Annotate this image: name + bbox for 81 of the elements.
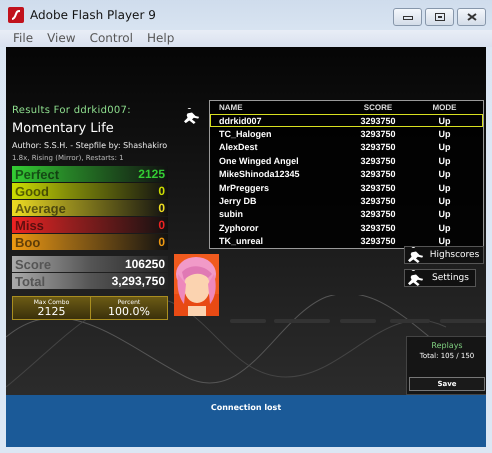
- menu-item[interactable]: Help: [140, 30, 182, 47]
- app-icon: [8, 7, 24, 23]
- mode-cell-text: Up: [438, 209, 452, 220]
- score-cell-text: 3293750: [359, 196, 397, 206]
- replays-title: Replays: [431, 341, 463, 350]
- player-name: subin: [218, 209, 244, 220]
- minimize-button[interactable]: [393, 8, 422, 26]
- close-button[interactable]: [457, 8, 486, 26]
- judgement-count: 0: [158, 184, 165, 198]
- score-cell-text: 3293750: [359, 169, 397, 180]
- menu-button[interactable]: Highscores: [404, 246, 484, 264]
- player-name: ddrkid007: [218, 116, 263, 126]
- judgement-count: 0: [158, 235, 165, 249]
- judgement-count: 2125: [138, 167, 165, 181]
- figure-icon: [407, 247, 425, 263]
- total-label: Total: [15, 274, 46, 288]
- score-cell-text: 3293750: [359, 156, 397, 166]
- window-title: Adobe Flash Player 9: [30, 8, 157, 22]
- score-row[interactable]: One Winged Angel 3293750 Up: [210, 154, 483, 168]
- judgement-label: Miss: [15, 218, 44, 232]
- player-name: AlexDest: [218, 142, 259, 152]
- mode-cell-text: Up: [438, 169, 452, 180]
- player-name: TC_Halogen: [218, 129, 273, 140]
- mode-cell-text: Up: [438, 142, 452, 152]
- player-name: One Winged Angel: [218, 156, 300, 166]
- column-header: MODE: [432, 102, 458, 112]
- player-name: Jerry DB: [218, 196, 258, 206]
- total-value: 3,293,750: [112, 274, 165, 288]
- player-name: MrPreggers: [218, 182, 270, 193]
- score-row[interactable]: ddrkid007 3293750 Up: [210, 114, 483, 128]
- score-cell-text: 3293750: [359, 116, 397, 126]
- score-row[interactable]: MrPreggers 3293750 Up: [210, 180, 483, 194]
- menu-item[interactable]: Control: [82, 30, 140, 47]
- stat-value: 2125: [38, 306, 66, 317]
- score-row[interactable]: subin 3293750 Up: [210, 208, 483, 222]
- column-header: SCORE: [362, 102, 394, 112]
- judgement-label: Boo: [15, 234, 40, 250]
- status-message: Connection lost: [210, 403, 282, 414]
- mode-cell-text: Up: [438, 116, 452, 126]
- score-cell-text: 3293750: [359, 222, 397, 233]
- judgement-label: Average: [15, 200, 66, 216]
- score-row[interactable]: TC_Halogen 3293750 Up: [210, 127, 483, 141]
- figure-icon: [407, 270, 425, 286]
- score-row[interactable]: AlexDest 3293750 Up: [210, 140, 483, 154]
- column-header: NAME: [218, 102, 244, 112]
- score-cell-text: 3293750: [359, 182, 397, 193]
- mode-cell-text: Up: [438, 196, 452, 206]
- score-row[interactable]: Jerry DB 3293750 Up: [210, 194, 483, 208]
- score-row[interactable]: Zyphoror 3293750 Up: [210, 221, 483, 235]
- figure-icon: [183, 108, 201, 124]
- score-cell-text: 3293750: [359, 209, 397, 220]
- player-name: Zyphoror: [218, 222, 260, 233]
- maximize-button[interactable]: [425, 8, 454, 26]
- score-label: Score: [15, 256, 52, 272]
- player-name: TK_unreal: [218, 236, 264, 246]
- song-title: Momentary Life: [12, 121, 115, 136]
- score-cell-text: 3293750: [359, 129, 397, 140]
- mode-cell-text: Up: [438, 156, 452, 166]
- menu-item[interactable]: View: [40, 30, 83, 47]
- mode-cell-text: Up: [438, 182, 452, 193]
- mode-cell-text: Up: [438, 222, 452, 233]
- mode-cell-text: Up: [438, 129, 452, 140]
- stat-value: 100.0%: [108, 306, 150, 317]
- menu-button[interactable]: Settings: [404, 269, 476, 287]
- judgement-label: Good: [15, 184, 49, 198]
- judgement-label: Perfect: [15, 166, 60, 182]
- judgement-count: 0: [158, 201, 165, 215]
- score-cell-text: 3293750: [359, 236, 397, 246]
- score-row[interactable]: MikeShinoda12345 3293750 Up: [210, 168, 483, 181]
- mode-cell-text: Up: [438, 236, 452, 246]
- score-value: 106250: [124, 257, 165, 271]
- results-heading: Results For ddrkid007:: [12, 105, 132, 116]
- menu-item[interactable]: File: [6, 30, 40, 47]
- score-row[interactable]: TK_unreal 3293750 Up: [210, 234, 483, 248]
- maximize-icon: [434, 13, 444, 21]
- minimize-icon: [402, 14, 412, 20]
- song-credits: Author: S.S.H. - Stepfile by: Shashakiro: [12, 141, 168, 150]
- score-cell-text: 3293750: [359, 142, 397, 152]
- close-icon: [466, 13, 476, 21]
- player-name: MikeShinoda12345: [218, 169, 301, 180]
- judgement-count: 0: [158, 218, 165, 232]
